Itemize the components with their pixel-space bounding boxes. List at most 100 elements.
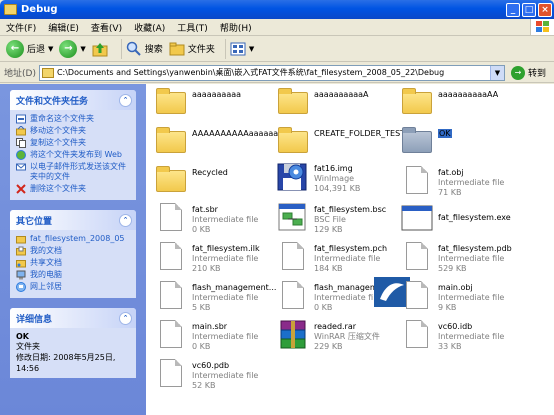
place-shared-documents[interactable]: 共享文档 [16,258,132,268]
file-tasks-title: 文件和文件夹任务 [16,96,89,107]
file-item[interactable]: vc60.pdb Intermediate file 52 KB [154,357,284,399]
folder-icon [154,164,188,198]
file-item[interactable]: readed.rar WinRAR 压缩文件 229 KB [276,318,406,360]
file-item[interactable]: vc60.idb Intermediate file 33 KB [400,318,530,360]
chevron-down-icon[interactable]: ▼ [48,45,53,53]
close-button[interactable]: × [538,2,552,17]
address-dropdown-button[interactable]: ▼ [489,65,504,80]
place-network[interactable]: 网上邻居 [16,282,132,292]
menu-view[interactable]: 查看(V) [85,21,128,34]
folder-up-icon [92,42,108,56]
folder-icon [154,86,188,120]
file-item[interactable]: flash_management... Intermediate file 5 KB [154,279,284,321]
file-item[interactable]: fat_filesystem.pdb Intermediate file 529 K… [400,240,530,282]
details-item-type: 文件夹 [16,342,40,351]
folders-button[interactable]: 文件夹 [169,41,215,57]
file-item[interactable]: main.obj Intermediate file 9 KB [400,279,530,321]
explorer-window: Debug _ □ × 文件(F) 编辑(E) 查看(V) 收藏(A) 工具(T… [0,0,554,415]
up-button[interactable] [92,41,111,57]
file-view[interactable]: aaaaaaaaaa aaaaaaaaaaA aaaaaaaaaaAA AAAA… [146,84,554,415]
copy-folder-link[interactable]: 复制这个文件夹 [16,138,132,148]
file-item[interactable]: aaaaaaaaaa [154,86,284,128]
go-button[interactable]: → 转到 [510,65,546,80]
file-name: fat_filesystem.bsc [314,205,387,214]
file-item[interactable]: fat_filesystem.bsc BSC File 129 KB [276,201,406,243]
place-my-documents[interactable]: 我的文档 [16,246,132,256]
file-tasks-panel: 文件和文件夹任务 ⌃ 重命名这个文件夹 移动这个文件夹 复制这个文件夹 将这个文… [10,90,136,200]
other-places-header[interactable]: 其它位置 ⌃ [10,210,136,230]
minimize-button[interactable]: _ [506,2,520,17]
collapse-icon[interactable]: ⌃ [119,93,132,107]
collapse-icon[interactable]: ⌃ [119,213,132,227]
maximize-button[interactable]: □ [522,2,536,17]
delete-folder-link[interactable]: 删除这个文件夹 [16,184,132,194]
my-documents-icon [16,246,26,256]
file-name: fat16.img [314,164,353,173]
details-header[interactable]: 详细信息 ⌃ [10,308,136,328]
rename-folder-link[interactable]: 重命名这个文件夹 [16,114,132,124]
back-label: 后退 [27,45,46,55]
file-size: 71 KB [438,188,462,197]
title-bar[interactable]: Debug _ □ × [0,0,554,19]
place-my-computer[interactable]: 我的电脑 [16,270,132,280]
place-parent-folder[interactable]: fat_filesystem_2008_05 [16,234,132,244]
file-item[interactable]: flash_management... Intermediate file 0 KB [276,277,410,321]
computer-icon [16,270,26,280]
search-button[interactable]: 搜索 [126,41,163,57]
file-type: Intermediate file [192,332,259,341]
menu-help[interactable]: 帮助(H) [214,21,258,34]
collapse-icon[interactable]: ⌃ [119,311,132,325]
folder-icon [276,125,310,159]
windows-logo-icon [530,19,554,35]
file-item[interactable]: Recycled [154,164,284,206]
document-icon [154,201,188,235]
address-input[interactable]: C:\Documents and Settings\yanwenbin\桌面\嵌… [38,64,505,81]
menu-edit[interactable]: 编辑(E) [42,21,85,34]
publish-web-label: 将这个文件夹发布到 Web [30,150,122,159]
delete-icon [16,184,26,194]
file-item[interactable]: aaaaaaaaaaA [276,86,406,128]
folders-icon [169,42,185,55]
chevron-down-icon[interactable]: ▼ [249,45,254,53]
file-size: 0 KB [192,342,211,351]
back-button[interactable]: ← 后退 ▼ [6,39,53,58]
file-item-selected[interactable]: OK [400,125,530,167]
file-item[interactable]: fat_filesystem.exe [400,201,530,243]
file-name: OK [438,129,452,138]
publish-web-link[interactable]: 将这个文件夹发布到 Web [16,150,132,160]
menu-tools[interactable]: 工具(T) [171,21,214,34]
document-icon [400,164,434,198]
file-item[interactable]: fat_filesystem.ilk Intermediate file 210 K… [154,240,284,282]
file-item[interactable]: main.sbr Intermediate file 0 KB [154,318,284,360]
file-item[interactable]: fat.sbr Intermediate file 0 KB [154,201,284,243]
email-files-link[interactable]: 以电子邮件形式发送该文件夹中的文件 [16,162,132,182]
file-item[interactable]: fat.obj Intermediate file 71 KB [400,164,530,206]
move-folder-link[interactable]: 移动这个文件夹 [16,126,132,136]
menu-favorites[interactable]: 收藏(A) [128,21,171,34]
forward-button[interactable]: → ▼ [59,39,86,58]
copy-folder-label: 复制这个文件夹 [30,138,86,147]
document-icon [400,279,434,313]
rename-icon [16,114,26,124]
folder-icon [16,236,26,244]
views-button[interactable]: ▼ [230,41,254,57]
file-item[interactable]: aaaaaaaaaaAA [400,86,530,128]
globe-icon [16,150,26,160]
network-icon [16,282,26,292]
task-pane: 文件和文件夹任务 ⌃ 重命名这个文件夹 移动这个文件夹 复制这个文件夹 将这个文… [0,84,146,415]
address-label: 地址(D) [4,69,36,79]
file-tasks-header[interactable]: 文件和文件夹任务 ⌃ [10,90,136,110]
toolbar-separator [120,38,122,59]
shared-folder-icon [16,260,26,268]
file-item[interactable]: fat16.img WinImage 104,391 KB [276,160,406,202]
file-size: 104,391 KB [314,184,361,193]
menu-file[interactable]: 文件(F) [0,21,42,34]
address-path: C:\Documents and Settings\yanwenbin\桌面\嵌… [56,68,445,77]
winrar-icon [276,318,310,352]
file-item[interactable]: AAAAAAAAAAaaaaaa [154,125,284,167]
file-item[interactable]: fat_filesystem.pch Intermediate file 184 K… [276,240,406,282]
details-panel: 详细信息 ⌃ OK 文件夹 修改日期: 2008年5月25日, 14:56 [10,308,136,378]
chevron-down-icon[interactable]: ▼ [80,45,85,53]
search-icon [126,41,141,56]
file-name: vc60.idb [438,322,473,331]
